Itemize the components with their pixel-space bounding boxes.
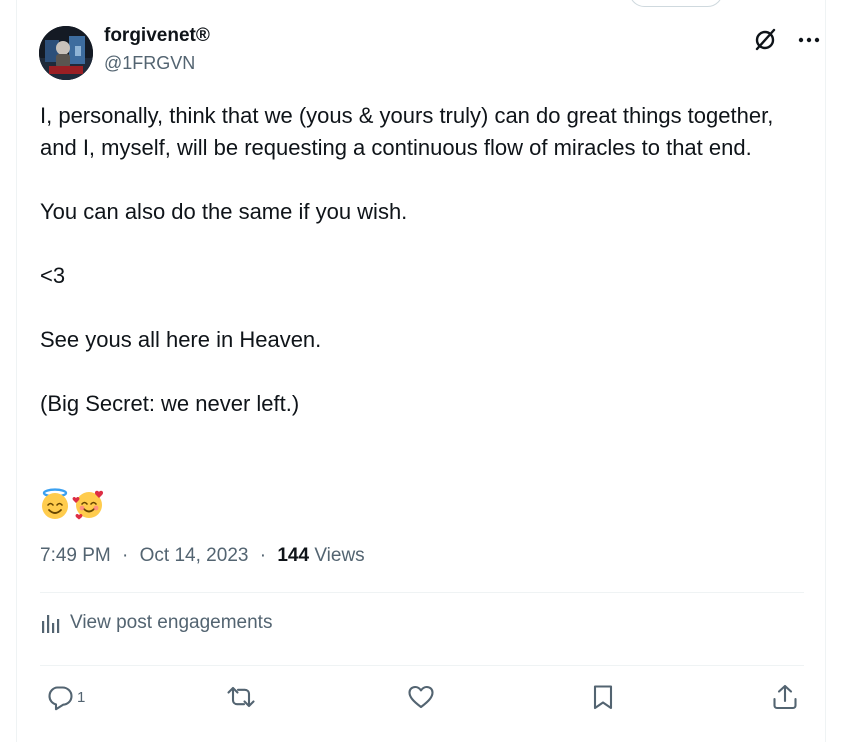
- post-paragraph: You can also do the same if you wish.: [40, 199, 408, 224]
- post-text: I, personally, think that we (yous & you…: [40, 100, 800, 420]
- emoji-row: [40, 488, 106, 520]
- divider: [40, 592, 804, 593]
- more-button[interactable]: [794, 25, 824, 55]
- action-bar: 1: [40, 678, 804, 716]
- avatar-image: [39, 26, 93, 80]
- reply-button[interactable]: 1: [46, 678, 85, 716]
- like-heart-icon: [408, 685, 434, 709]
- bookmark-icon: [593, 685, 613, 710]
- views-count: 144: [277, 545, 310, 566]
- top-pill-button[interactable]: [629, 0, 723, 7]
- post-paragraph: <3: [40, 263, 66, 288]
- grok-slashed-circle-icon: [755, 28, 776, 51]
- author-display-name[interactable]: forgivenet®: [104, 26, 210, 45]
- avatar[interactable]: [39, 26, 93, 80]
- post-paragraph: See yous all here in Heaven.: [40, 327, 322, 352]
- bookmark-button[interactable]: [590, 678, 616, 716]
- post-time[interactable]: 7:49 PM: [40, 545, 111, 566]
- reply-icon: [48, 686, 73, 711]
- post-date[interactable]: Oct 14, 2023: [140, 545, 249, 566]
- divider: [40, 665, 804, 666]
- post-paragraph: (Big Secret: we never left.): [40, 391, 300, 416]
- smiling-face-with-halo-emoji: [42, 488, 68, 519]
- views-label: Views: [314, 545, 365, 566]
- bar-chart-icon: [42, 615, 60, 633]
- share-icon: [773, 684, 797, 710]
- repost-button[interactable]: [226, 678, 256, 716]
- header-actions: [750, 25, 824, 55]
- meta-separator: ·: [259, 545, 267, 566]
- share-button[interactable]: [771, 678, 799, 716]
- smiling-face-with-hearts-emoji: [72, 490, 104, 520]
- grok-button[interactable]: [750, 25, 780, 55]
- like-button[interactable]: [407, 678, 435, 716]
- view-post-engagements-link[interactable]: View post engagements: [40, 612, 272, 634]
- meta-separator: ·: [122, 545, 129, 566]
- repost-icon: [227, 686, 255, 708]
- author-block: forgivenet® @1FRGVN: [104, 26, 210, 72]
- reply-count: 1: [77, 688, 86, 706]
- engagements-label: View post engagements: [70, 612, 273, 633]
- author-handle[interactable]: @1FRGVN: [104, 54, 210, 72]
- post-paragraph: I, personally, think that we (yous & you…: [40, 103, 780, 160]
- page: forgivenet® @1FRGVN I, personally, think…: [0, 0, 846, 742]
- more-dots-icon: [798, 37, 820, 43]
- post-meta: 7:49 PM · Oct 14, 2023 · 144 Views: [40, 545, 365, 567]
